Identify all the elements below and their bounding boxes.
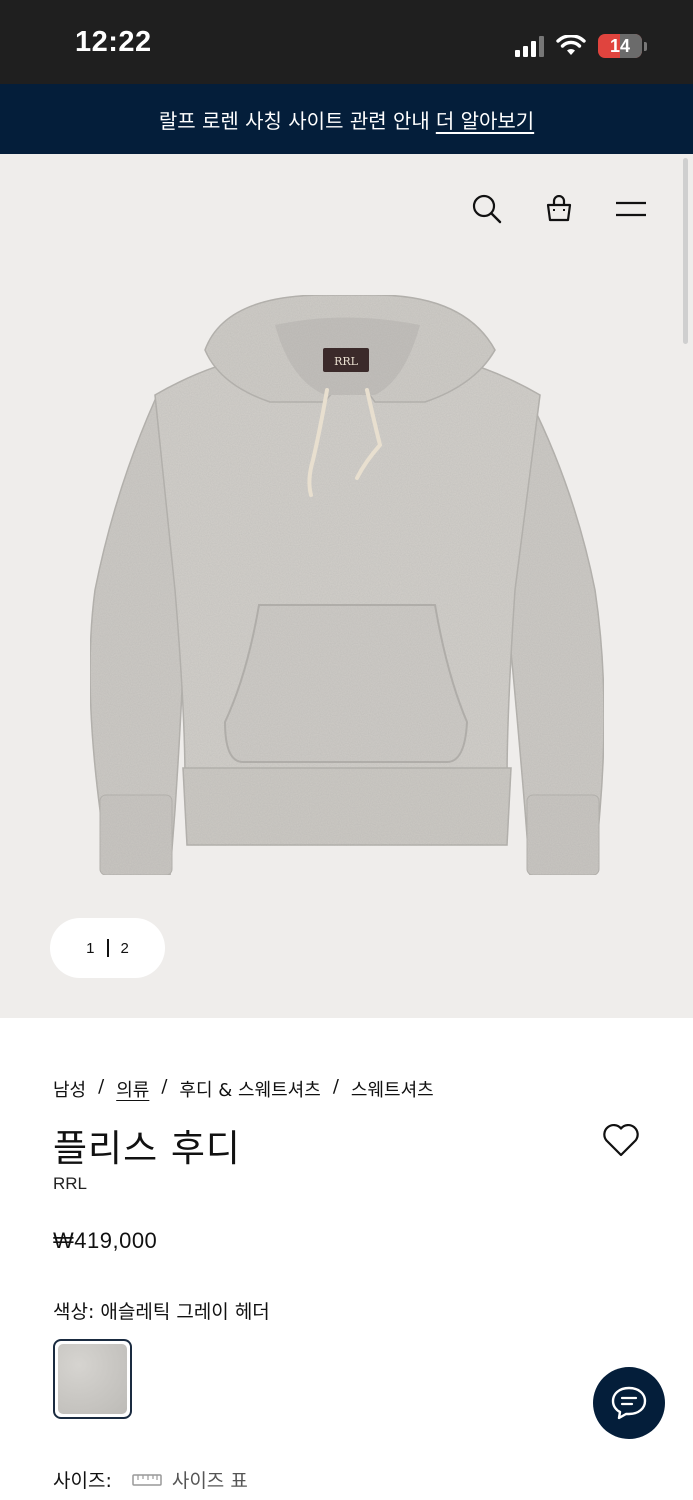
size-chart-label: 사이즈 표 (171, 1470, 248, 1492)
ruler-icon (132, 1473, 162, 1486)
breadcrumb-separator: / (161, 1076, 168, 1097)
product-image[interactable]: RRL (75, 290, 620, 880)
shopping-bag-icon[interactable] (543, 193, 575, 225)
status-time: 12:22 (75, 26, 152, 58)
announcement-bar: 랄프 로렌 사칭 사이트 관련 안내 더 알아보기 (0, 84, 693, 154)
battery-level: 14 (609, 35, 631, 56)
pager-total: 2 (120, 939, 129, 957)
product-title: 플리스 후디 (53, 1127, 241, 1170)
product-brand: RRL (53, 1174, 88, 1193)
heart-icon[interactable] (601, 1122, 641, 1158)
breadcrumb-separator: / (332, 1076, 339, 1097)
breadcrumb-item[interactable]: 의류 (116, 1076, 149, 1102)
color-selector-label: 색상: 애슬레틱 그레이 헤더 (53, 1297, 270, 1324)
chat-bubble-icon (611, 1386, 647, 1420)
search-icon[interactable] (471, 193, 503, 225)
status-bar: 12:22 14 (0, 0, 693, 84)
color-label: 색상: (53, 1301, 95, 1323)
announcement-learn-more-link[interactable]: 더 알아보기 (436, 105, 534, 134)
pager-divider (106, 939, 109, 957)
scrollbar[interactable] (683, 158, 688, 344)
wifi-icon (556, 35, 586, 55)
status-icons: 14 (515, 34, 647, 58)
header-actions (471, 193, 647, 225)
pager-current: 1 (86, 939, 95, 957)
breadcrumb: 남성 / 의류 / 후디 & 스웨트셔츠 / 스웨트셔츠 (53, 1076, 434, 1102)
breadcrumb-item[interactable]: 남성 (53, 1076, 86, 1102)
breadcrumb-separator: / (98, 1076, 105, 1097)
size-label: 사이즈: (53, 1470, 112, 1492)
image-pager[interactable]: 1 2 (50, 918, 165, 978)
menu-icon[interactable] (615, 193, 647, 225)
chat-button[interactable] (593, 1367, 665, 1439)
product-price: ₩419,000 (53, 1228, 158, 1253)
svg-text:RRL: RRL (334, 355, 359, 368)
breadcrumb-item[interactable]: 후디 & 스웨트셔츠 (179, 1076, 320, 1102)
battery-icon: 14 (598, 34, 647, 58)
announcement-text: 랄프 로렌 사칭 사이트 관련 안내 (158, 108, 430, 133)
color-value: 애슬레틱 그레이 헤더 (100, 1301, 270, 1323)
size-selector-label: 사이즈: 사이즈 표 (53, 1466, 248, 1493)
color-swatch-selected[interactable] (53, 1339, 132, 1419)
cellular-signal-icon (515, 35, 544, 57)
breadcrumb-item[interactable]: 스웨트셔츠 (351, 1076, 434, 1102)
size-chart-link[interactable]: 사이즈 표 (132, 1466, 248, 1493)
swatch-image (58, 1344, 127, 1414)
